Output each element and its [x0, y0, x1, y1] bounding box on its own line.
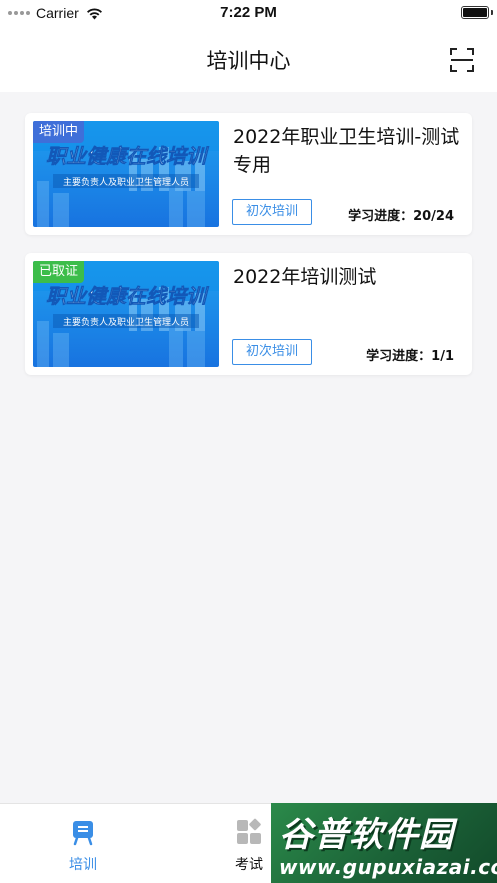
- scan-button[interactable]: [448, 46, 476, 74]
- training-icon: [73, 821, 93, 846]
- course-banner: 职业健康在线培训 主要负责人及职业卫生管理人员 已取证: [33, 261, 219, 367]
- status-badge: 培训中: [33, 121, 85, 143]
- tab-training[interactable]: 培训: [0, 804, 166, 883]
- watermark-title: 谷普软件园: [279, 815, 454, 855]
- training-type-tag[interactable]: 初次培训: [232, 199, 312, 225]
- navigation-bar: 培训中心: [0, 26, 497, 92]
- status-badge: 已取证: [33, 261, 85, 283]
- training-card[interactable]: 职业健康在线培训 主要负责人及职业卫生管理人员 已取证 2022年培训测试 初次…: [25, 253, 472, 375]
- banner-subtitle: 主要负责人及职业卫生管理人员: [63, 316, 189, 328]
- watermark-logo: 谷普软件园 www.gupuxiazai.com: [271, 803, 497, 883]
- banner-title: 职业健康在线培训: [46, 284, 210, 308]
- battery-tip: [491, 10, 493, 15]
- course-banner: 职业健康在线培训 主要负责人及职业卫生管理人员 培训中: [33, 121, 219, 227]
- status-bar: Carrier 7:22 PM: [0, 0, 497, 26]
- banner-subtitle: 主要负责人及职业卫生管理人员: [63, 176, 189, 188]
- battery-icon: [461, 6, 489, 19]
- study-progress: 学习进度：20/24: [348, 209, 454, 224]
- status-time: 7:22 PM: [220, 4, 277, 21]
- training-type-tag[interactable]: 初次培训: [232, 339, 312, 365]
- banner-title: 职业健康在线培训: [46, 144, 210, 168]
- watermark-url: www.gupuxiazai.com: [279, 855, 497, 879]
- course-title: 2022年培训测试: [233, 266, 377, 288]
- tab-training-label: 培训: [69, 857, 97, 873]
- training-list: 职业健康在线培训 主要负责人及职业卫生管理人员 培训中 2022年职业卫生培训-…: [25, 113, 472, 393]
- scan-icon: [450, 48, 474, 72]
- training-card[interactable]: 职业健康在线培训 主要负责人及职业卫生管理人员 培训中 2022年职业卫生培训-…: [25, 113, 472, 235]
- course-title: 2022年职业卫生培训-测试专用: [233, 126, 460, 176]
- page-title: 培训中心: [206, 49, 291, 73]
- study-progress: 学习进度：1/1: [366, 349, 454, 364]
- exam-grid-icon: [237, 818, 261, 844]
